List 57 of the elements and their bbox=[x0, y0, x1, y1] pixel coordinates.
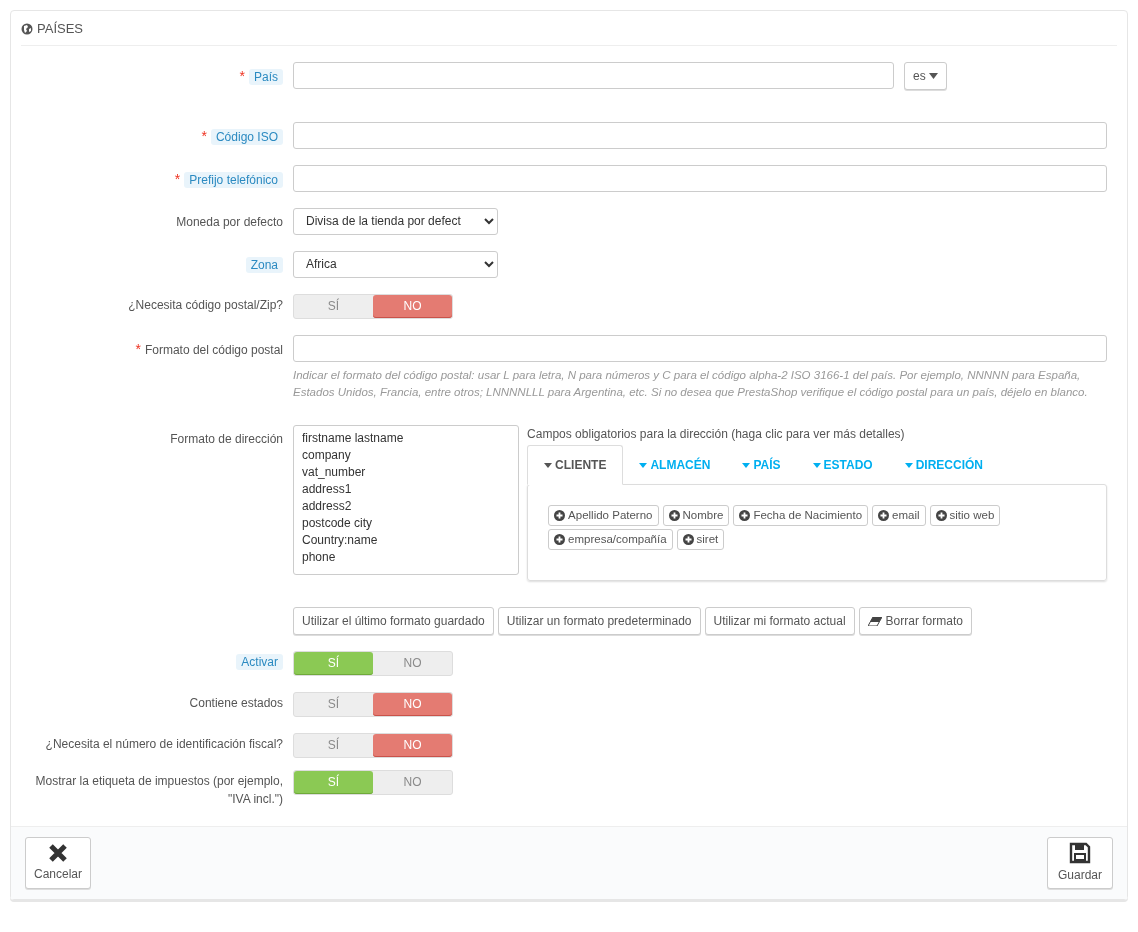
field-label: País bbox=[249, 68, 283, 85]
format-button[interactable]: Borrar formato bbox=[858, 607, 972, 635]
field-chip[interactable]: Nombre bbox=[662, 504, 730, 526]
plus-icon bbox=[682, 533, 694, 545]
required-mark: * bbox=[239, 67, 245, 84]
caret-icon bbox=[639, 462, 648, 468]
field-label: Mostrar la etiqueta de impuestos (por ejemplo, "IVA incl.") bbox=[35, 774, 283, 806]
field-label: Formato del código postal bbox=[144, 342, 283, 357]
plus-icon bbox=[554, 533, 566, 545]
field-chip[interactable]: empresa/compañía bbox=[548, 528, 673, 550]
caret-icon bbox=[544, 462, 553, 468]
plus-icon bbox=[668, 509, 680, 521]
field-label: Activar bbox=[236, 654, 283, 670]
field-label: Zona bbox=[245, 256, 283, 273]
required-mark: * bbox=[174, 170, 181, 187]
text-field[interactable] bbox=[293, 334, 1107, 362]
globe-icon bbox=[21, 22, 33, 35]
field-label: Formato de dirección bbox=[170, 431, 283, 446]
address-tab[interactable]: CLIENTE bbox=[527, 444, 624, 485]
field-label: Prefijo telefónico bbox=[184, 171, 283, 188]
field-label: Contiene estados bbox=[189, 696, 283, 710]
field-label: Código ISO bbox=[210, 128, 283, 145]
plus-icon bbox=[554, 509, 566, 521]
caret-icon bbox=[742, 462, 751, 468]
close-icon bbox=[48, 843, 68, 863]
dropdown[interactable]: Divisa de la tienda por defect bbox=[293, 207, 498, 235]
cancel-button[interactable]: Cancelar bbox=[25, 837, 91, 889]
address-format-field[interactable]: firstname lastname company vat_number address1 address2 postcode city Country:name phone bbox=[293, 424, 520, 575]
caret-icon bbox=[812, 462, 821, 468]
help-text: Indicar el formato del código postal: usar L para letra, N para números y C para el código alpha-2 ISO 3166-1 del país. Por ejemplo, NNNNN para España, Estados Unidos, Francia, entre otros; LNNNNLLL para Argentina, etc. Si no desea que PrestaShop verifique el código postal para un país, déjelo en blanco. bbox=[293, 367, 1089, 400]
field-label: ¿Necesita el número de identificación fiscal? bbox=[45, 737, 283, 751]
required-mark: * bbox=[201, 127, 207, 144]
field-chip[interactable]: siret bbox=[676, 528, 725, 550]
eraser-icon bbox=[867, 617, 882, 627]
text-field[interactable] bbox=[293, 164, 1107, 192]
text-field[interactable] bbox=[293, 121, 1107, 149]
panel-title: PAÍSES bbox=[37, 20, 83, 38]
text-field[interactable] bbox=[293, 62, 894, 89]
field-label: ¿Necesita código postal/Zip? bbox=[128, 297, 283, 312]
dropdown[interactable]: Africa bbox=[293, 250, 498, 278]
field-chip[interactable]: email bbox=[872, 504, 926, 526]
caret-icon bbox=[928, 72, 938, 79]
language-dropdown[interactable]: es bbox=[904, 61, 947, 90]
field-chip[interactable]: sitio web bbox=[929, 504, 1001, 526]
plus-icon bbox=[878, 509, 890, 521]
required-mark: * bbox=[135, 340, 141, 357]
field-label: Moneda por defecto bbox=[176, 214, 283, 229]
save-button[interactable]: Guardar bbox=[1047, 837, 1113, 889]
format-button[interactable]: Utilizar un formato predeterminado bbox=[497, 607, 701, 635]
field-chip[interactable]: Fecha de Nacimiento bbox=[733, 504, 869, 526]
format-button[interactable]: Utilizar el último formato guardado bbox=[293, 607, 494, 635]
format-button[interactable]: Utilizar mi formato actual bbox=[704, 607, 855, 635]
caret-icon bbox=[904, 462, 913, 468]
plus-icon bbox=[739, 509, 751, 521]
field-chip[interactable]: Apellido Paterno bbox=[548, 504, 659, 526]
required-fields-caption: Campos obligatorios para la dirección (haga clic para ver más detalles) bbox=[527, 425, 906, 443]
plus-icon bbox=[935, 509, 947, 521]
